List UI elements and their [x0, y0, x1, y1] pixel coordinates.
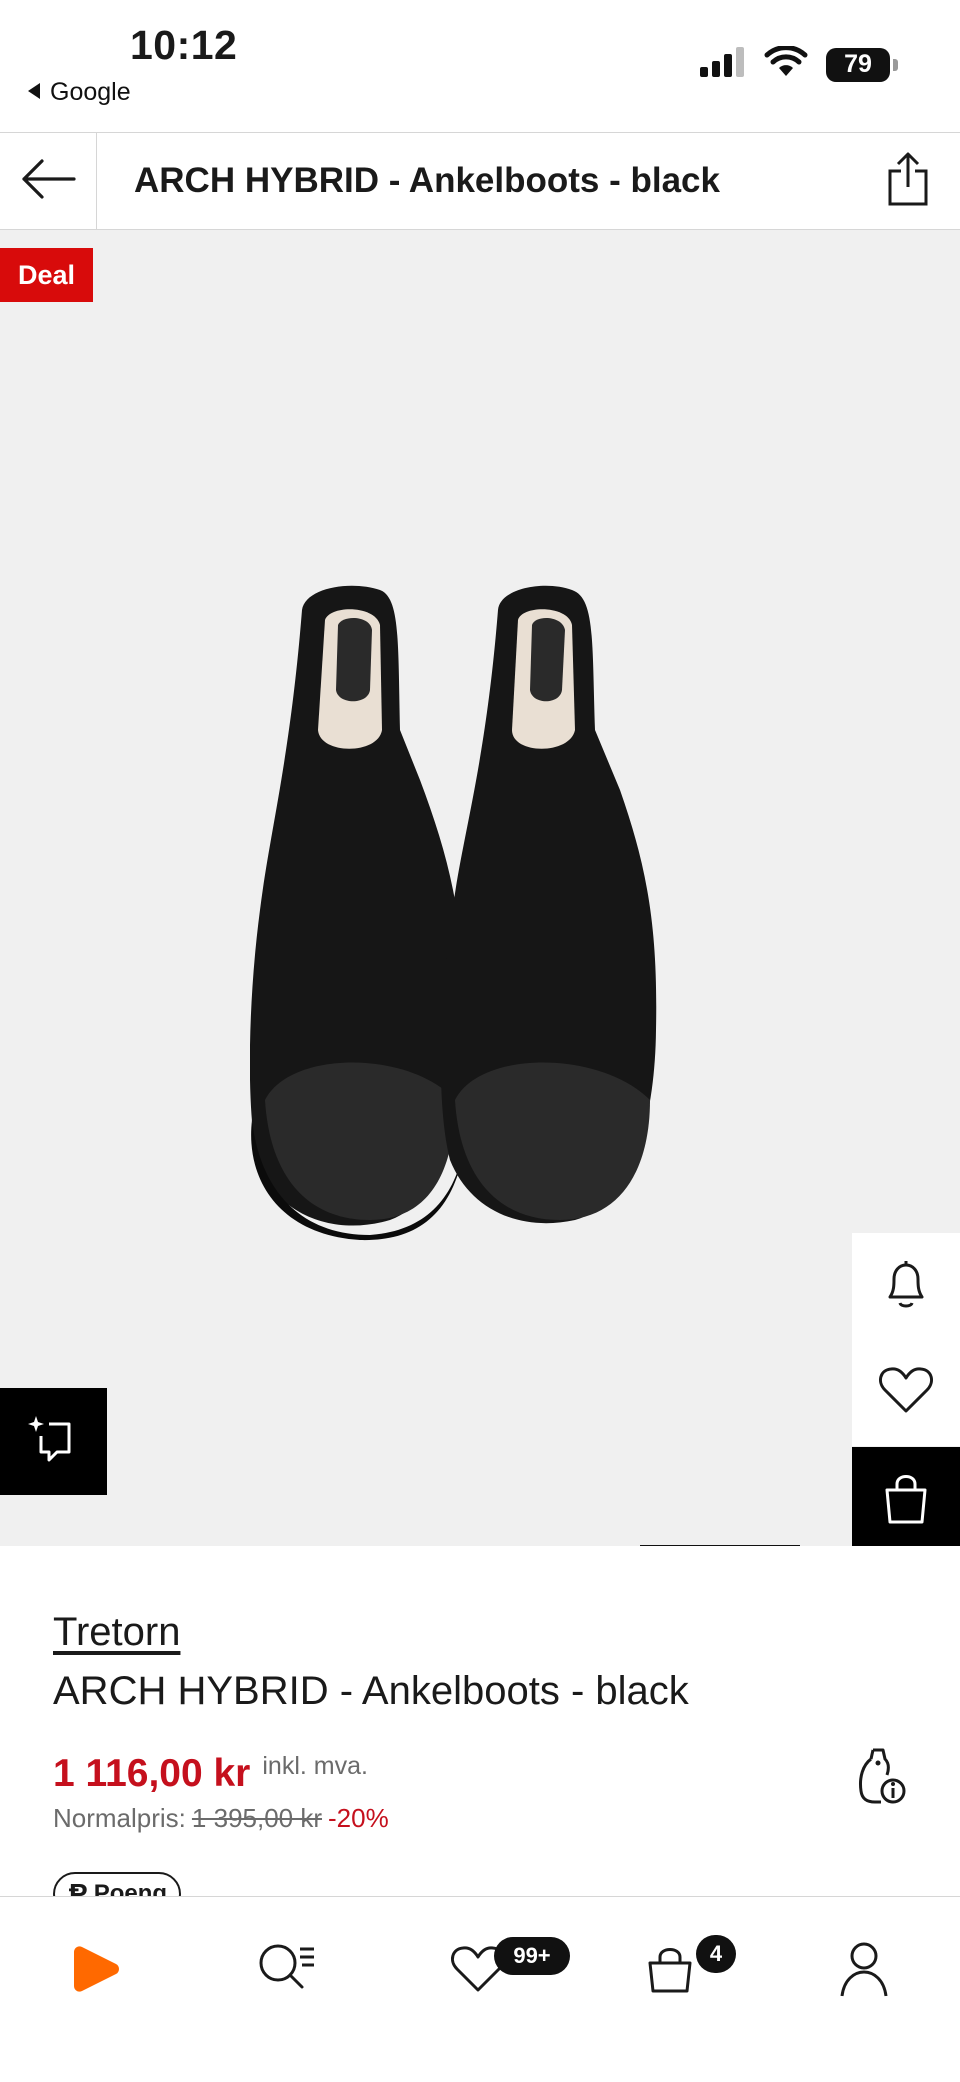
nav-cart[interactable]: 4 — [620, 1921, 736, 2021]
share-icon — [887, 151, 929, 212]
bottom-navigation: 99+ 4 — [0, 1896, 960, 2082]
page-title: ARCH HYBRID - Ankelboots - black — [134, 161, 720, 200]
wifi-icon — [764, 45, 808, 83]
battery-icon: 79 — [826, 47, 898, 82]
normal-price-row: Normalpris: 1 395,00 kr -20% — [53, 1803, 389, 1834]
similar-items-icon — [27, 1412, 81, 1471]
search-icon — [256, 1941, 316, 2002]
share-button[interactable] — [876, 147, 940, 215]
product-image-gallery[interactable]: Deal — [0, 230, 960, 1546]
add-to-bag-button[interactable] — [852, 1447, 960, 1546]
account-icon — [839, 1940, 889, 2003]
price-row: 1 116,00 kr inkl. mva. — [53, 1752, 368, 1796]
nav-home[interactable] — [48, 1921, 148, 2021]
back-button[interactable] — [0, 133, 97, 229]
current-price: 1 116,00 kr — [53, 1752, 251, 1795]
price-vat-note: inkl. mva. — [262, 1752, 368, 1780]
product-name: ARCH HYBRID - Ankelboots - black — [53, 1669, 689, 1713]
status-time: 10:12 — [130, 22, 238, 68]
gallery-position-indicator — [640, 1545, 800, 1546]
normal-price-label: Normalpris: — [53, 1803, 186, 1833]
status-bar: 10:12 Google 79 — [0, 0, 960, 132]
back-triangle-icon — [26, 78, 42, 107]
nav-wishlist[interactable]: 99+ — [428, 1921, 570, 2021]
normal-price: 1 395,00 kr — [191, 1803, 323, 1833]
signal-icon — [700, 47, 746, 82]
bell-icon — [884, 1259, 928, 1316]
status-icons: 79 — [700, 45, 898, 83]
wishlist-count-badge: 99+ — [494, 1937, 570, 1975]
bag-icon — [882, 1470, 930, 1531]
nav-account[interactable] — [814, 1921, 914, 2021]
similar-items-button[interactable] — [0, 1388, 107, 1495]
product-image-boots — [250, 585, 657, 1241]
notify-button[interactable] — [852, 1233, 960, 1341]
price-info-button[interactable] — [850, 1748, 910, 1808]
cart-icon — [642, 1941, 698, 2002]
price-tag-info-icon — [853, 1747, 907, 1810]
cart-count-badge: 4 — [696, 1935, 736, 1973]
back-to-app[interactable]: Google — [26, 78, 131, 107]
nav-search[interactable] — [236, 1921, 336, 2021]
discount-percentage: -20% — [328, 1803, 389, 1833]
product-header: ARCH HYBRID - Ankelboots - black — [0, 132, 960, 230]
wishlist-button[interactable] — [852, 1338, 960, 1446]
home-logo — [70, 1941, 126, 2002]
brand-link[interactable]: Tretorn — [53, 1610, 180, 1655]
back-arrow-icon — [20, 157, 76, 206]
deal-badge: Deal — [0, 248, 94, 302]
back-app-label: Google — [50, 78, 131, 106]
heart-icon — [878, 1365, 934, 1420]
